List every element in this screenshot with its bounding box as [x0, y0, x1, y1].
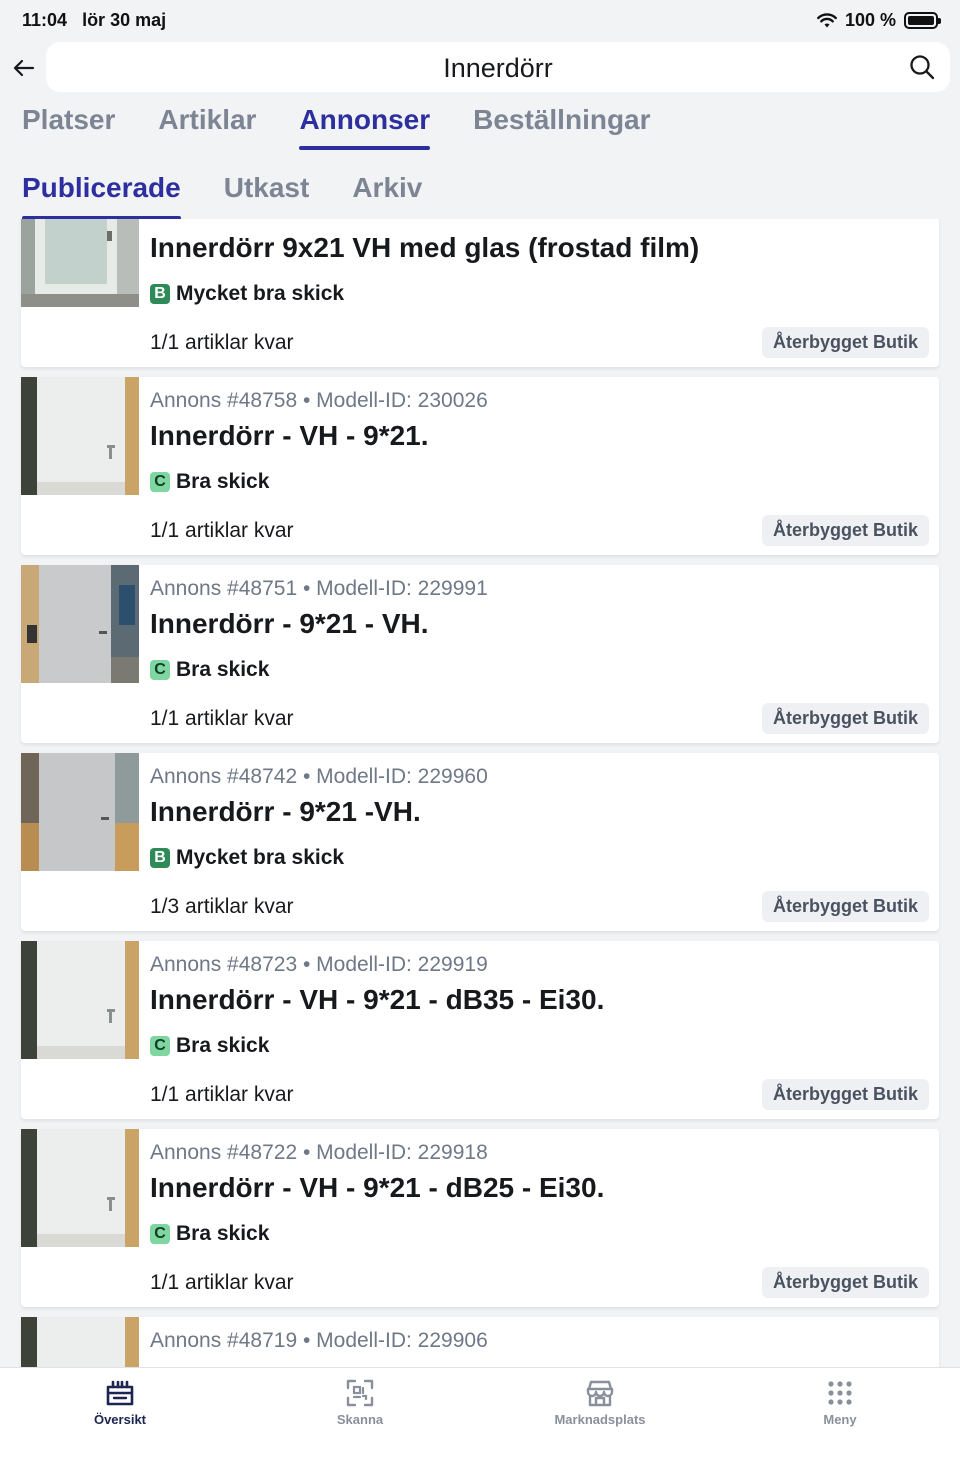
listing-card[interactable]: Annons #48722 • Modell-ID: 229918 Innerdö…: [21, 1129, 939, 1307]
nav-marknadsplats[interactable]: Marknadsplats: [530, 1377, 670, 1427]
listing-meta: Annons #48742 • Modell-ID: 229960: [150, 765, 488, 788]
tab-utkast[interactable]: Utkast: [224, 172, 310, 220]
status-indicators: 100 %: [817, 10, 941, 31]
condition-label: Bra skick: [176, 470, 270, 493]
nav-label: Meny: [823, 1412, 857, 1427]
sub-tabs: Publicerade Utkast Arkiv: [22, 172, 422, 220]
listing-meta: Annons #48723 • Modell-ID: 229919: [150, 953, 488, 976]
items-remaining: 1/1 artiklar kvar: [150, 1083, 294, 1106]
condition-row: B Mycket bra skick: [150, 282, 344, 306]
tab-annonser[interactable]: Annonser: [299, 104, 430, 150]
listing-title: Innerdörr - 9*21 - VH.: [150, 608, 429, 639]
tab-artiklar[interactable]: Artiklar: [158, 104, 256, 150]
shop-badge: Återbygget Butik: [761, 891, 929, 922]
shop-badge: Återbygget Butik: [761, 1079, 929, 1110]
listing-thumbnail: [21, 219, 139, 307]
nav-label: Översikt: [93, 1412, 147, 1427]
battery-percent: 100 %: [844, 10, 896, 30]
shop-badge: Återbygget Butik: [761, 1267, 929, 1298]
menu-grid-icon: [828, 1381, 852, 1405]
listing-meta: Annons #48722 • Modell-ID: 229918: [150, 1141, 488, 1164]
condition-grade-badge: B: [150, 848, 170, 868]
listing-thumbnail: [21, 377, 139, 495]
page-title: Innerdörr: [443, 53, 553, 83]
condition-grade-badge: C: [150, 1036, 170, 1056]
tab-publicerade[interactable]: Publicerade: [22, 172, 181, 220]
status-time: 11:04: [22, 10, 68, 30]
listing-title: Innerdörr - 9*21 -VH.: [150, 796, 421, 827]
condition-row: C Bra skick: [150, 470, 269, 494]
condition-row: C Bra skick: [150, 1034, 269, 1058]
condition-grade-badge: C: [150, 472, 170, 492]
tab-bestallningar[interactable]: Beställningar: [473, 104, 650, 150]
nav-meny[interactable]: Meny: [770, 1377, 910, 1427]
listing-card[interactable]: Annons #48742 • Modell-ID: 229960 Innerdö…: [21, 753, 939, 931]
condition-label: Bra skick: [176, 1034, 270, 1057]
listing-thumbnail: [21, 1317, 139, 1367]
listing-scroll-area[interactable]: Annons #49010 • Modell-ID: 230827 Innerdö…: [0, 219, 960, 1367]
nav-oversikt[interactable]: Översikt: [50, 1377, 190, 1427]
wifi-icon: [817, 12, 837, 27]
listing-title: Innerdörr - VH - 9*21 - dB25 - Ei30.: [150, 1172, 605, 1203]
condition-label: Mycket bra skick: [176, 282, 345, 305]
nav-skanna[interactable]: Skanna: [290, 1377, 430, 1427]
status-time-date: 11:04 lör 30 maj: [22, 10, 176, 31]
tab-arkiv[interactable]: Arkiv: [352, 172, 422, 220]
back-arrow-icon[interactable]: [10, 54, 38, 82]
listing-card[interactable]: Annons #48758 • Modell-ID: 230026 Innerdö…: [21, 377, 939, 555]
items-remaining: 1/3 artiklar kvar: [150, 895, 294, 918]
condition-row: C Bra skick: [150, 1222, 269, 1246]
tab-platser[interactable]: Platser: [22, 104, 115, 150]
condition-grade-badge: C: [150, 1224, 170, 1244]
listing-thumbnail: [21, 565, 139, 683]
listing-title: Innerdörr - VH - 9*21 - dB35 - Ei30.: [150, 984, 605, 1015]
condition-label: Mycket bra skick: [176, 846, 345, 869]
scan-icon: [346, 1379, 374, 1407]
nav-label: Marknadsplats: [554, 1412, 646, 1427]
items-remaining: 1/1 artiklar kvar: [150, 519, 294, 542]
listing-thumbnail: [21, 753, 139, 871]
listing-list: Annons #49010 • Modell-ID: 230827 Innerdö…: [21, 219, 939, 1367]
condition-row: B Mycket bra skick: [150, 846, 344, 870]
overview-icon: [106, 1380, 134, 1406]
listing-card[interactable]: Annons #48751 • Modell-ID: 229991 Innerdö…: [21, 565, 939, 743]
top-navigation: Innerdörr: [0, 42, 960, 94]
shop-badge: Återbygget Butik: [761, 703, 929, 734]
shop-badge: Återbygget Butik: [761, 515, 929, 546]
store-icon: [586, 1380, 614, 1407]
listing-card[interactable]: Annons #48723 • Modell-ID: 229919 Innerdö…: [21, 941, 939, 1119]
condition-row: C Bra skick: [150, 658, 269, 682]
condition-grade-badge: B: [150, 284, 170, 304]
listing-meta: Annons #48758 • Modell-ID: 230026: [150, 389, 488, 412]
search-icon[interactable]: [908, 53, 936, 81]
listing-title: Innerdörr - VH - 9*21.: [150, 420, 429, 451]
search-bar[interactable]: Innerdörr: [46, 42, 950, 92]
nav-label: Skanna: [336, 1412, 384, 1427]
listing-thumbnail: [21, 941, 139, 1059]
status-bar: 11:04 lör 30 maj 100 %: [0, 0, 960, 40]
listing-card[interactable]: Annons #49010 • Modell-ID: 230827 Innerdö…: [21, 219, 939, 367]
bottom-navigation: Översikt Skanna Marknadsplats Meny: [0, 1367, 960, 1462]
condition-label: Bra skick: [176, 1222, 270, 1245]
items-remaining: 1/1 artiklar kvar: [150, 331, 294, 354]
shop-badge: Återbygget Butik: [761, 327, 929, 358]
items-remaining: 1/1 artiklar kvar: [150, 707, 294, 730]
items-remaining: 1/1 artiklar kvar: [150, 1271, 294, 1294]
listing-meta: Annons #48751 • Modell-ID: 229991: [150, 577, 488, 600]
condition-grade-badge: C: [150, 660, 170, 680]
listing-title: Innerdörr 9x21 VH med glas (frostad film…: [150, 232, 700, 263]
main-tabs: Platser Artiklar Annonser Beställningar: [22, 104, 651, 154]
listing-card[interactable]: Annons #48719 • Modell-ID: 229906: [21, 1317, 939, 1367]
battery-icon: [904, 12, 941, 29]
condition-label: Bra skick: [176, 658, 270, 681]
status-date: lör 30 maj: [82, 10, 167, 30]
listing-meta: Annons #49010 • Modell-ID: 230827: [150, 219, 488, 225]
listing-thumbnail: [21, 1129, 139, 1247]
listing-meta: Annons #48719 • Modell-ID: 229906: [150, 1329, 488, 1352]
